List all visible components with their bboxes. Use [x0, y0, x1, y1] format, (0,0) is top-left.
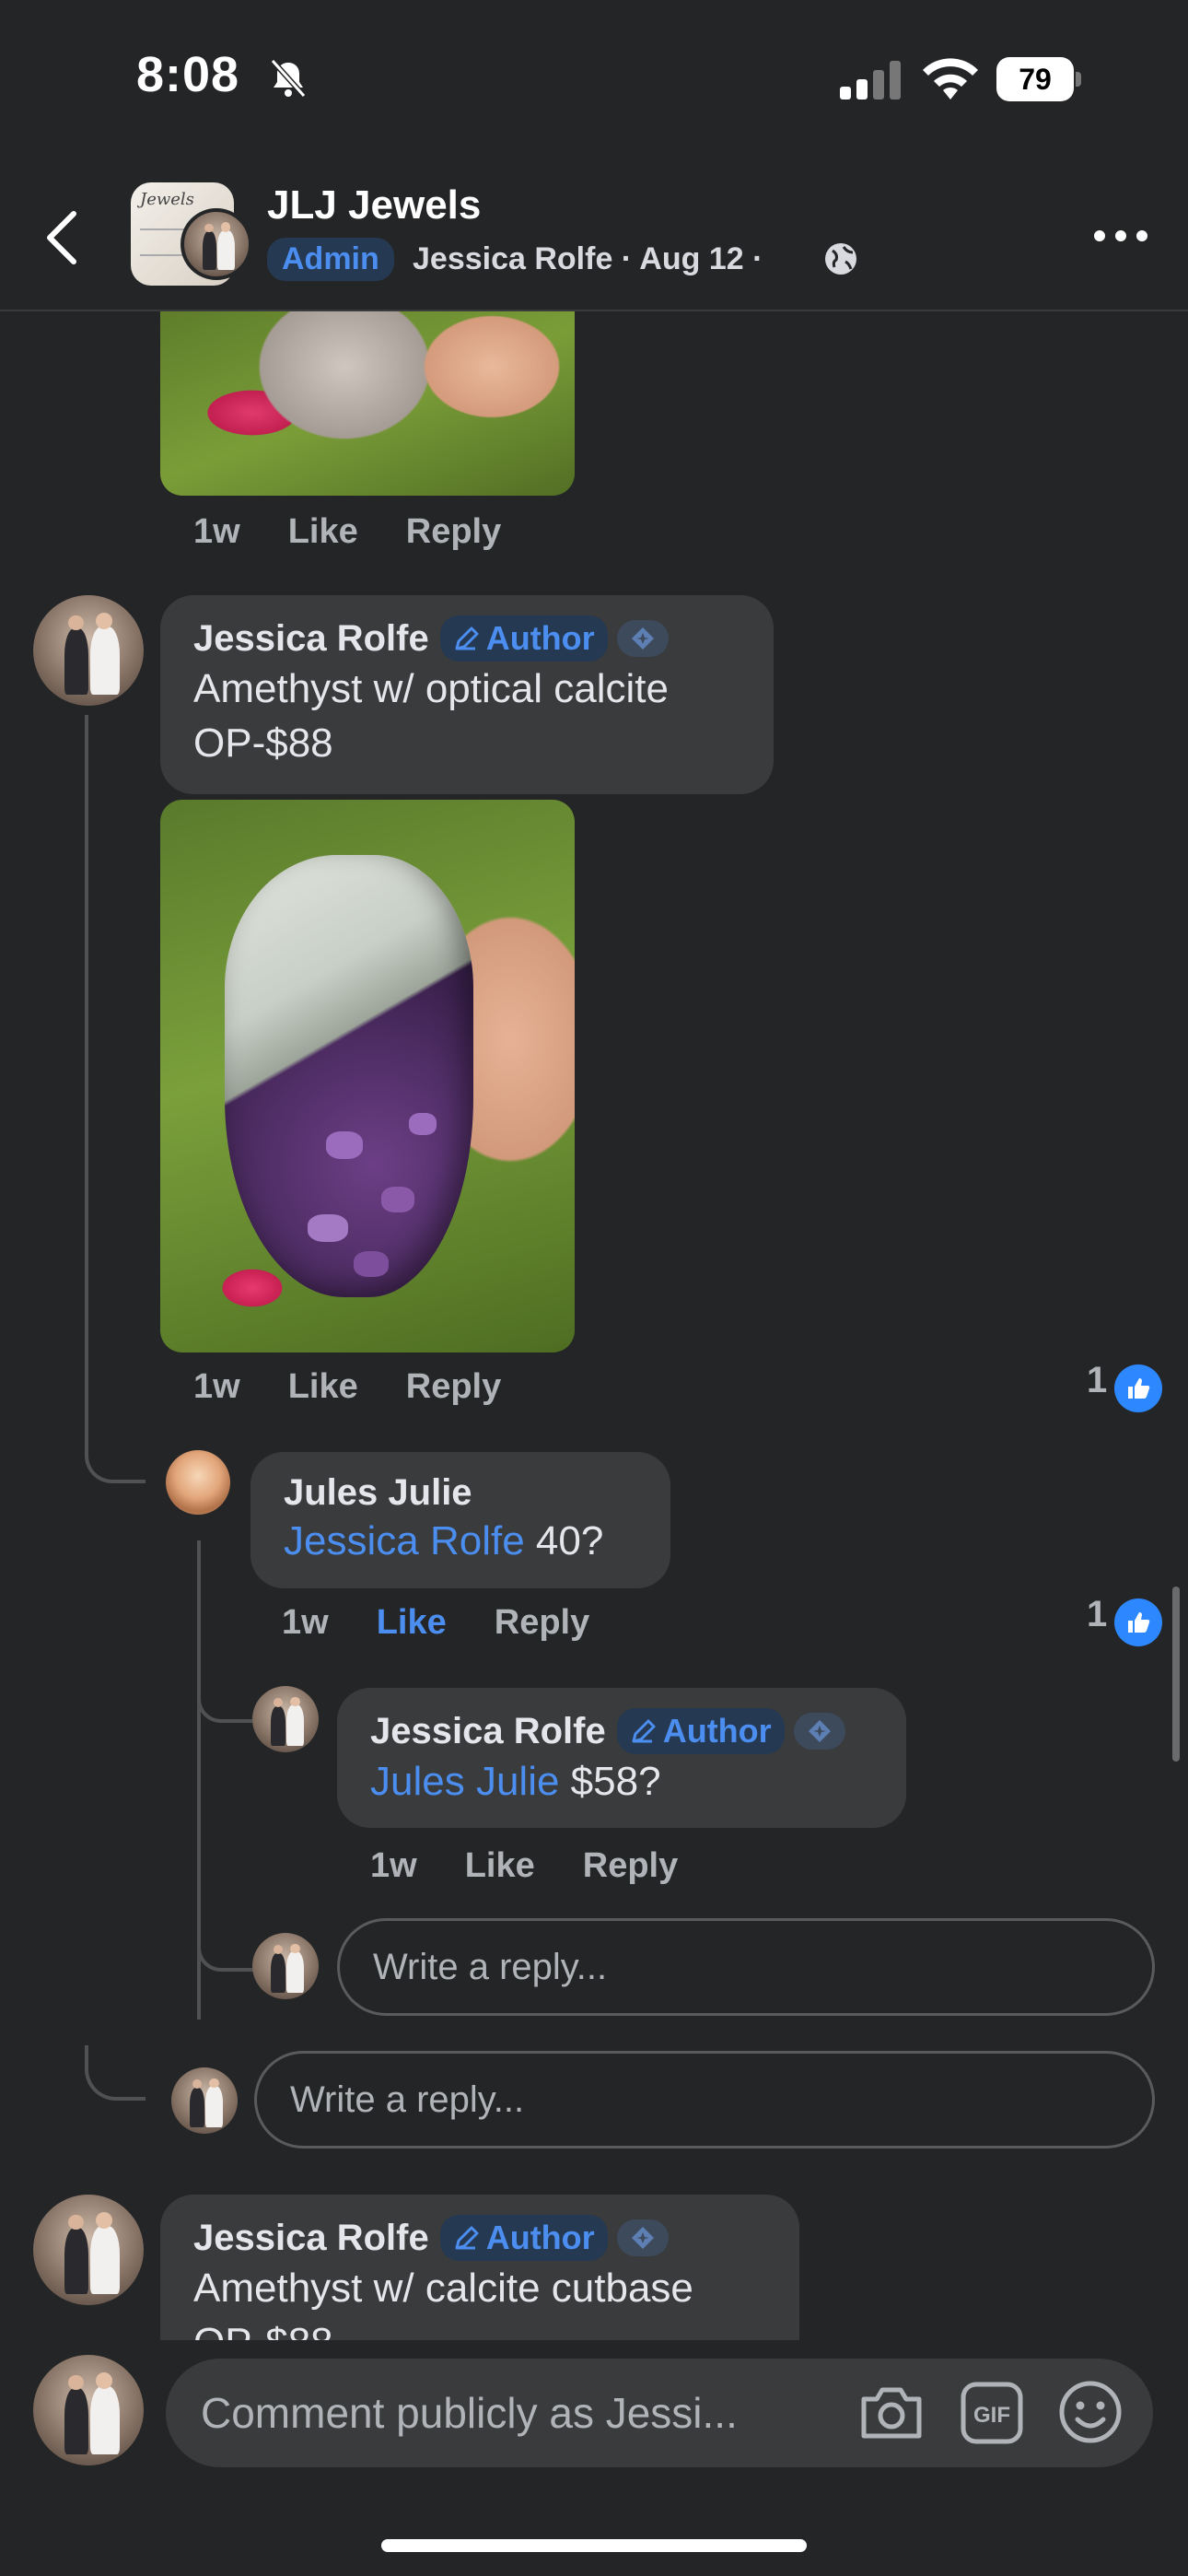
like-button-active[interactable]: Like [377, 1603, 447, 1642]
commenter-avatar[interactable] [33, 595, 144, 706]
reply-actions: 1w Like Reply [282, 1603, 637, 1643]
nested-reply-input[interactable]: Write a reply... [337, 1918, 1155, 2016]
thread-line-main [85, 715, 88, 1452]
reply-time: 1w [282, 1603, 329, 1642]
thread-connector-3 [197, 1926, 254, 1972]
author-badge: Author [616, 1708, 785, 1754]
comment-text-line2: OP-$88 [193, 2315, 766, 2342]
group-name[interactable]: JLJ Jewels [267, 182, 481, 228]
comment-bubble: Jessica Rolfe Author Amethyst w/ calcite … [160, 2195, 799, 2342]
admin-badge: Admin [267, 238, 394, 281]
thumbs-up-icon [1114, 1364, 1163, 1412]
comment-time: 1w [193, 1367, 240, 1406]
reply-text: $58? [570, 1759, 661, 1804]
comment-author[interactable]: Jessica Rolfe [193, 2218, 429, 2259]
reply-button[interactable]: Reply [406, 1367, 501, 1406]
bell-muted-icon [270, 58, 307, 99]
comment-text-line1: Amethyst w/ calcite cutbase [193, 2266, 693, 2311]
svg-text:GIF: GIF [973, 2403, 1010, 2428]
back-chevron-icon[interactable] [37, 208, 92, 267]
top-contributor-icon [616, 620, 669, 657]
cellular-signal-icon [840, 61, 901, 100]
battery-level: 79 [1019, 62, 1052, 96]
reaction-count-number: 1 [1087, 1360, 1108, 1400]
reply-author[interactable]: Jules Julie [284, 1472, 472, 1514]
comment-actions-top: 1w Like Reply [193, 512, 549, 552]
reaction-count[interactable]: 1 [1087, 1594, 1163, 1646]
reply-time: 1w [370, 1846, 417, 1885]
author-badge: Author [439, 615, 608, 662]
current-user-avatar [171, 2067, 238, 2134]
scrollbar[interactable] [1172, 1587, 1180, 1762]
comment-bubble: Jessica Rolfe Author Amethyst w/ optical … [160, 595, 774, 794]
reply-text: 40? [535, 1518, 604, 1563]
thumbs-up-icon [1114, 1598, 1163, 1646]
mention-link[interactable]: Jules Julie [370, 1759, 559, 1804]
replier-avatar[interactable] [252, 1686, 319, 1752]
pencil-icon [455, 626, 479, 650]
camera-icon[interactable] [858, 2384, 925, 2441]
reply-button[interactable]: Reply [495, 1603, 589, 1642]
reply-bubble: Jules Julie Jessica Rolfe 40? [250, 1452, 670, 1588]
home-indicator[interactable] [381, 2539, 807, 2552]
wifi-icon [923, 58, 978, 100]
comment-time: 1w [193, 512, 240, 551]
thread-connector-2 [197, 1682, 254, 1723]
comment-photo-top[interactable] [160, 311, 575, 496]
top-contributor-icon [793, 1713, 845, 1750]
like-button[interactable]: Like [288, 512, 358, 551]
amethyst-photo[interactable] [160, 800, 575, 1352]
reaction-count-number: 1 [1087, 1594, 1108, 1634]
status-time: 8:08 [136, 47, 240, 102]
reply-button[interactable]: Reply [583, 1846, 678, 1885]
reply-actions: 1w Like Reply [370, 1846, 726, 1886]
commenter-avatar[interactable] [33, 2195, 144, 2305]
author-badge-label: Author [485, 619, 595, 657]
battery-indicator: 79 [996, 57, 1081, 101]
post-header: Jewels JLJ Jewels Admin Jessica Rolfe · … [0, 164, 1188, 311]
globe-icon [825, 243, 856, 275]
reply-button[interactable]: Reply [406, 512, 501, 551]
replier-avatar[interactable] [166, 1450, 230, 1515]
emoji-icon[interactable] [1057, 2379, 1124, 2445]
composer-avatar [33, 2355, 144, 2465]
crystal-shape [225, 855, 473, 1297]
comment-actions: 1w Like Reply [193, 1367, 549, 1407]
post-meta[interactable]: Jessica Rolfe · Aug 12 · [413, 241, 763, 277]
comment-text-line2: OP-$88 [193, 720, 333, 767]
thread-connector-1 [85, 1437, 146, 1483]
like-button[interactable]: Like [288, 1367, 358, 1406]
author-badge-label: Author [662, 1712, 772, 1750]
comment-text-line1: Amethyst w/ optical calcite [193, 666, 669, 711]
poster-avatar[interactable] [181, 208, 252, 280]
thread-connector-end [85, 2045, 146, 2101]
author-badge: Author [439, 2215, 608, 2261]
reply-author[interactable]: Jessica Rolfe [370, 1711, 606, 1752]
top-contributor-icon [616, 2219, 669, 2256]
current-user-avatar [252, 1933, 319, 1999]
comment-author[interactable]: Jessica Rolfe [193, 618, 429, 660]
author-badge-label: Author [485, 2219, 595, 2256]
thread-reply-input[interactable]: Write a reply... [254, 2051, 1155, 2149]
mention-link[interactable]: Jessica Rolfe [284, 1518, 525, 1563]
pencil-icon [455, 2226, 479, 2250]
like-button[interactable]: Like [465, 1846, 535, 1885]
pencil-icon [632, 1719, 656, 1743]
reaction-count[interactable]: 1 [1087, 1360, 1163, 1412]
gif-icon[interactable]: GIF [960, 2381, 1024, 2445]
more-options-icon[interactable] [1092, 225, 1149, 247]
reply-bubble: Jessica Rolfe Author Jules Julie $58? [337, 1688, 906, 1828]
